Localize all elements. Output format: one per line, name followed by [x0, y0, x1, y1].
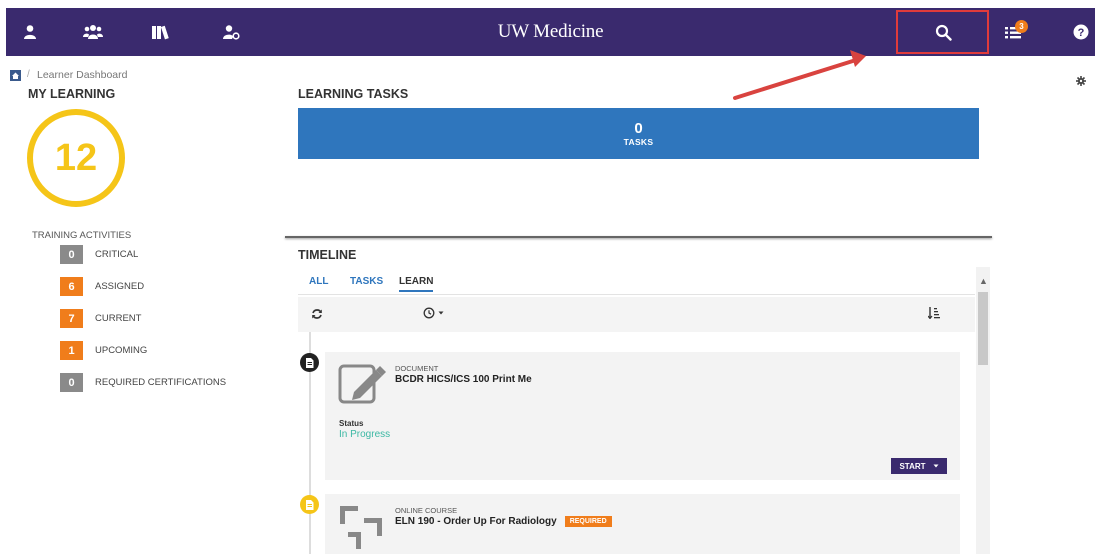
item-title[interactable]: ELN 190 - Order Up For Radiology: [395, 516, 557, 527]
learning-total-count: 12: [54, 136, 98, 179]
online-course-icon: [300, 495, 319, 514]
training-activities-title: TRAINING ACTIVITIES: [32, 230, 132, 241]
item-type: ONLINE COURSE: [395, 506, 458, 515]
scrollbar-thumb[interactable]: [978, 292, 988, 365]
app-title-text: UW Medicine: [497, 21, 604, 42]
activity-count: 0: [60, 373, 83, 392]
activity-upcoming[interactable]: 1 UPCOMING: [60, 341, 147, 360]
activity-label: ASSIGNED: [95, 281, 145, 292]
notification-badge: 3: [1015, 20, 1028, 33]
activity-required-certifications[interactable]: 0 REQUIRED CERTIFICATIONS: [60, 373, 226, 392]
document-icon: [300, 353, 319, 372]
edit-document-icon: [338, 362, 386, 407]
activity-current[interactable]: 7 CURRENT: [60, 309, 141, 328]
item-title[interactable]: BCDR HICS/ICS 100 Print Me: [395, 374, 532, 385]
user-settings-icon[interactable]: [220, 21, 242, 43]
activity-count: 0: [60, 245, 83, 264]
learning-total-ring[interactable]: 12: [27, 109, 125, 207]
home-icon[interactable]: [10, 68, 21, 81]
item-title-row: ELN 190 - Order Up For Radiology REQUIRED: [395, 516, 612, 527]
item-type: DOCUMENT: [395, 364, 439, 373]
users-icon[interactable]: [82, 21, 104, 43]
timeline-toolbar: [298, 297, 975, 332]
tasks-count: 0: [634, 120, 643, 137]
activity-critical[interactable]: 0 CRITICAL: [60, 245, 138, 264]
chevron-down-icon: [438, 311, 444, 315]
chevron-down-icon: [933, 464, 939, 468]
activity-label: REQUIRED CERTIFICATIONS: [95, 377, 227, 388]
activity-count: 6: [60, 277, 83, 296]
learning-tasks-summary[interactable]: 0 TASKS: [298, 108, 979, 159]
tab-learn[interactable]: LEARN: [399, 276, 434, 292]
timeline-heading: TIMELINE: [298, 248, 357, 262]
timeline-card-document[interactable]: DOCUMENT BCDR HICS/ICS 100 Print Me Stat…: [325, 352, 960, 480]
activity-label: UPCOMING: [95, 345, 148, 356]
start-button[interactable]: START: [891, 458, 947, 474]
svg-text:?: ?: [1078, 27, 1085, 39]
section-divider: [285, 236, 992, 238]
time-filter-dropdown[interactable]: [423, 307, 444, 319]
my-learning-heading: MY LEARNING: [28, 87, 116, 101]
top-navigation-bar: UW Medicine 3 ?: [6, 8, 1095, 56]
search-icon[interactable]: [932, 21, 954, 43]
clock-icon: [423, 307, 435, 319]
tabs-underline: [298, 294, 975, 295]
required-badge: REQUIRED: [564, 516, 612, 527]
breadcrumb: Learner Dashboard: [37, 69, 128, 81]
scroll-up-arrow[interactable]: ▲: [979, 276, 988, 286]
course-thumbnail-icon: [338, 504, 386, 549]
status-value: In Progress: [339, 429, 391, 440]
tasks-label: TASKS: [623, 137, 654, 147]
sort-icon[interactable]: [927, 306, 940, 324]
user-icon[interactable]: [19, 21, 41, 43]
learning-tasks-heading: LEARNING TASKS: [298, 87, 409, 101]
breadcrumb-separator: /: [27, 69, 30, 80]
refresh-icon[interactable]: [311, 307, 323, 325]
activity-count: 1: [60, 341, 83, 360]
start-button-label: START: [899, 461, 926, 471]
activity-count: 7: [60, 309, 83, 328]
gear-icon[interactable]: [1076, 73, 1086, 91]
tab-all[interactable]: ALL: [309, 276, 328, 287]
tab-tasks[interactable]: TASKS: [350, 276, 383, 287]
library-icon[interactable]: [150, 21, 172, 43]
activity-label: CRITICAL: [95, 249, 139, 260]
help-icon[interactable]: ?: [1070, 21, 1092, 43]
timeline-card-online-course[interactable]: ONLINE COURSE ELN 190 - Order Up For Rad…: [325, 494, 960, 554]
activity-label: CURRENT: [95, 313, 142, 324]
status-label: Status: [339, 419, 364, 428]
activity-assigned[interactable]: 6 ASSIGNED: [60, 277, 144, 296]
